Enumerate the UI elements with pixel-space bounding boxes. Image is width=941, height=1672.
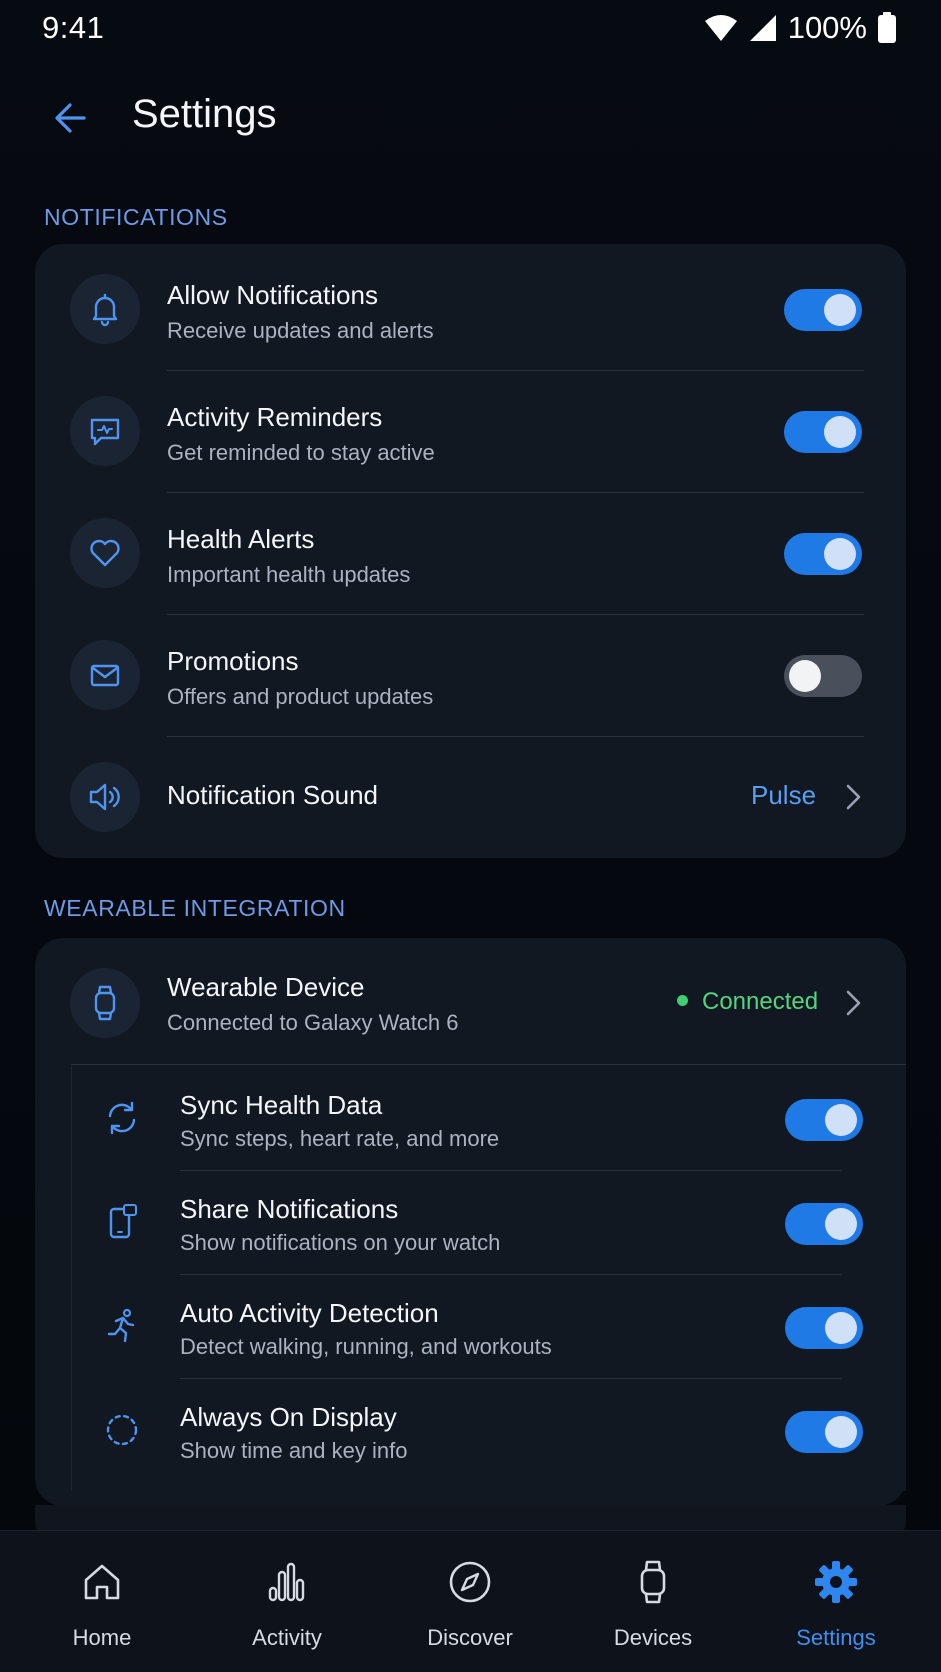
section-label-notifications: NOTIFICATIONS [44, 204, 228, 230]
nav-item-discover[interactable]: Discover [378, 1531, 562, 1672]
toggle-knob [825, 1104, 857, 1136]
compass-icon [445, 1557, 495, 1607]
sync-icon [92, 1088, 152, 1148]
notifications-card: Allow Notifications Receive updates and … [35, 244, 906, 858]
share-notifications-toggle[interactable] [785, 1203, 863, 1245]
setting-title: Health Alerts [167, 524, 315, 554]
activity-reminders-toggle[interactable] [784, 411, 862, 453]
setting-row-share-notifications[interactable]: Share Notifications Show notifications o… [72, 1170, 907, 1274]
nav-label: Discover [427, 1625, 513, 1650]
setting-row-sync-health-data[interactable]: Sync Health Data Sync steps, heart rate,… [72, 1066, 907, 1170]
setting-row-notification-sound[interactable]: Notification Sound Pulse [35, 732, 906, 858]
setting-row-auto-activity-detection[interactable]: Auto Activity Detection Detect walking, … [72, 1274, 907, 1378]
promotions-toggle[interactable] [784, 655, 862, 697]
connection-status-text: Connected [702, 988, 819, 1015]
connection-status: Connected [677, 988, 818, 1016]
setting-subtitle: Offers and product updates [167, 684, 434, 709]
notification-sound-value[interactable]: Pulse [751, 780, 816, 811]
setting-title: Always On Display [180, 1402, 397, 1432]
setting-title: Share Notifications [180, 1194, 399, 1224]
always-on-display-toggle[interactable] [785, 1411, 863, 1453]
page-title: Settings [132, 92, 277, 136]
nav-item-settings[interactable]: Settings [744, 1531, 928, 1672]
setting-title: Wearable Device [167, 972, 365, 1002]
setting-title: Notification Sound [167, 780, 379, 810]
wearable-sub-settings: Sync Health Data Sync steps, heart rate,… [71, 1066, 906, 1491]
settings-screen: 9:41 100% Settings NOTIFICATIONS Allow N… [0, 0, 941, 1672]
setting-subtitle: Detect walking, running, and workouts [180, 1334, 552, 1359]
status-bar: 9:41 100% [0, 0, 941, 56]
setting-row-allow-notifications[interactable]: Allow Notifications Receive updates and … [35, 244, 906, 366]
nav-label: Activity [252, 1625, 322, 1650]
activity-bars-icon [262, 1557, 312, 1607]
running-icon [92, 1296, 152, 1356]
bottom-navigation: Home Activity Discover Devices Settings [0, 1530, 941, 1672]
gear-icon [811, 1557, 861, 1607]
nav-item-activity[interactable]: Activity [195, 1531, 379, 1672]
setting-row-promotions[interactable]: Promotions Offers and product updates [35, 610, 906, 732]
setting-subtitle: Receive updates and alerts [167, 318, 434, 343]
status-indicators: 100% [704, 10, 897, 46]
setting-subtitle: Show notifications on your watch [180, 1230, 501, 1255]
setting-subtitle: Show time and key info [180, 1438, 408, 1463]
setting-subtitle: Sync steps, heart rate, and more [180, 1126, 500, 1151]
allow-notifications-toggle[interactable] [784, 289, 862, 331]
nav-item-home[interactable]: Home [10, 1531, 194, 1672]
watch-icon [628, 1557, 678, 1607]
toggle-knob [824, 416, 856, 448]
connected-dot-icon [677, 995, 688, 1007]
toggle-knob [824, 294, 856, 326]
auto-activity-detection-toggle[interactable] [785, 1307, 863, 1349]
phone-notification-icon [92, 1192, 152, 1252]
setting-title: Activity Reminders [167, 402, 383, 432]
wifi-icon [704, 15, 737, 41]
toggle-knob [825, 1416, 857, 1448]
toggle-knob [825, 1312, 857, 1344]
toggle-knob [789, 660, 821, 692]
status-time: 9:41 [42, 10, 105, 45]
back-button[interactable] [40, 88, 100, 148]
setting-title: Allow Notifications [167, 280, 378, 310]
nav-label: Home [72, 1625, 132, 1650]
watch-icon [70, 968, 140, 1038]
setting-title: Promotions [167, 646, 299, 676]
setting-row-always-on-display[interactable]: Always On Display Show time and key info [72, 1378, 907, 1491]
chevron-right-icon [846, 990, 861, 1016]
toggle-knob [825, 1208, 857, 1240]
sync-health-data-toggle[interactable] [785, 1099, 863, 1141]
dotted-circle-icon [92, 1400, 152, 1460]
wearable-device-row[interactable]: Wearable Device Connected to Galaxy Watc… [35, 938, 906, 1064]
divider [71, 1064, 906, 1065]
app-header: Settings [0, 78, 941, 158]
nav-label: Devices [613, 1625, 693, 1650]
heart-icon [70, 518, 140, 588]
nav-item-devices[interactable]: Devices [561, 1531, 745, 1672]
setting-subtitle: Important health updates [167, 562, 411, 587]
wearable-card: Wearable Device Connected to Galaxy Watc… [35, 938, 906, 1506]
section-label-wearable-integration: WEARABLE INTEGRATION [44, 895, 346, 921]
setting-row-health-alerts[interactable]: Health Alerts Important health updates [35, 488, 906, 610]
battery-icon [878, 12, 896, 43]
home-icon [77, 1557, 127, 1607]
chevron-right-icon [846, 784, 861, 810]
setting-title: Auto Activity Detection [180, 1298, 439, 1328]
cellular-signal-icon [749, 15, 776, 41]
health-alerts-toggle[interactable] [784, 533, 862, 575]
setting-row-activity-reminders[interactable]: Activity Reminders Get reminded to stay … [35, 366, 906, 488]
speaker-icon [70, 762, 140, 832]
battery-percentage: 100% [787, 10, 867, 45]
arrow-left-icon [55, 103, 86, 133]
toggle-knob [824, 538, 856, 570]
chat-activity-icon [70, 396, 140, 466]
setting-title: Sync Health Data [180, 1090, 383, 1120]
bell-icon [70, 274, 140, 344]
setting-subtitle: Connected to Galaxy Watch 6 [167, 1010, 459, 1035]
mail-icon [70, 640, 140, 710]
setting-subtitle: Get reminded to stay active [167, 440, 435, 465]
nav-label: Settings [796, 1625, 876, 1650]
